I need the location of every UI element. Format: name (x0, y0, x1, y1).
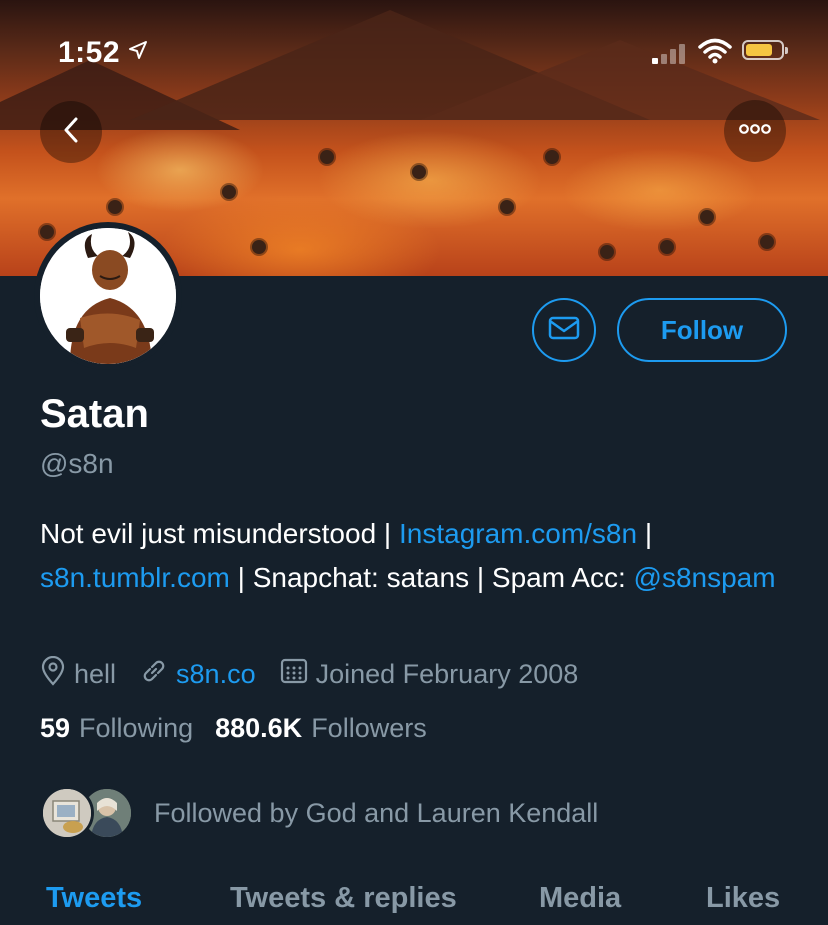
bio-link-instagram[interactable]: Instagram.com/s8n (399, 518, 637, 549)
profile-avatar[interactable] (34, 222, 182, 370)
calendar-icon (280, 657, 316, 692)
wifi-icon (698, 38, 732, 69)
profile-tabs: Tweets Tweets & replies Media Likes (0, 872, 828, 925)
profile-joined: Joined February 2008 (280, 657, 579, 692)
profile-meta: hell s8n.co Joined February 2008 (40, 654, 602, 694)
follower-avatar (40, 786, 94, 840)
location-text: hell (74, 658, 117, 689)
bio-text: | (637, 518, 653, 549)
back-arrow-icon (60, 115, 82, 150)
profile-bio: Not evil just misunderstood | Instagram.… (40, 512, 800, 600)
location-arrow-icon (128, 40, 148, 65)
followers-count-link[interactable]: 880.6K Followers (215, 713, 427, 744)
followed-by-text: Followed by God and Lauren Kendall (154, 797, 599, 828)
profile-handle: @s8n (40, 448, 114, 479)
profile-counts: 59 Following 880.6K Followers (40, 713, 449, 744)
followers-count: 880.6K (215, 713, 303, 743)
envelope-icon (547, 314, 581, 347)
tab-media[interactable]: Media (539, 882, 621, 915)
following-label: Following (79, 713, 194, 743)
more-options-button[interactable] (724, 100, 786, 162)
message-button[interactable] (532, 298, 596, 362)
link-icon (140, 657, 176, 692)
followed-by[interactable]: Followed by God and Lauren Kendall (40, 784, 598, 842)
tab-likes[interactable]: Likes (706, 882, 780, 915)
profile-location: hell (40, 655, 117, 693)
battery-icon (742, 40, 788, 60)
back-button[interactable] (40, 101, 102, 163)
tab-tweets[interactable]: Tweets (46, 882, 142, 915)
following-count-link[interactable]: 59 Following (40, 713, 193, 744)
website-link[interactable]: s8n.co (176, 659, 256, 690)
status-time: 1:52 (58, 36, 121, 69)
bio-link-tumblr[interactable]: s8n.tumblr.com (40, 562, 230, 593)
following-count: 59 (40, 713, 71, 743)
signal-icon (652, 42, 685, 64)
location-pin-icon (40, 655, 74, 693)
more-icon (738, 122, 772, 140)
bio-text: | Snapchat: satans | Spam Acc: (229, 562, 634, 593)
bio-text: Not evil just misunderstood | (40, 518, 399, 549)
profile-website[interactable]: s8n.co (140, 657, 256, 692)
bio-link-spam-account[interactable]: @s8nspam (634, 562, 776, 593)
followers-label: Followers (311, 713, 427, 743)
tab-tweets-and-replies[interactable]: Tweets & replies (230, 882, 457, 915)
profile-name: Satan (40, 392, 149, 436)
status-bar: 1:52 (0, 32, 828, 72)
joined-text: Joined February 2008 (315, 658, 579, 689)
follow-button[interactable]: Follow (617, 298, 787, 362)
